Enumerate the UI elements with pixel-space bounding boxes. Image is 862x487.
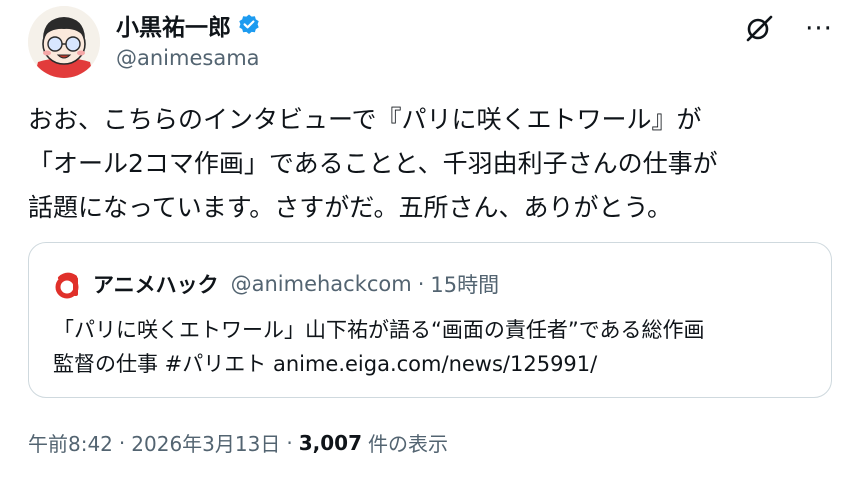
tweet-time[interactable]: 午前8:42 bbox=[28, 428, 113, 457]
author-avatar[interactable] bbox=[28, 6, 100, 78]
tweet-text-line: おお、こちらのインタビューで『パリに咲くエトワール』が bbox=[28, 105, 702, 134]
tweet-top-actions: ··· bbox=[742, 12, 836, 46]
quoted-text-line: 「パリに咲くエトワール」山下祐が語る“画面の責任者”である総作画 bbox=[53, 318, 705, 342]
separator-dot: · bbox=[417, 272, 425, 296]
grok-icon[interactable] bbox=[742, 12, 776, 46]
views-count: 3,007 bbox=[298, 430, 362, 455]
quoted-tweet-header: アニメハック @animehackcom · 15時間 bbox=[53, 269, 499, 299]
quoted-author-name: アニメハック bbox=[93, 273, 219, 297]
author-handle[interactable]: @animesama bbox=[116, 46, 260, 70]
tweet-footer: 午前8:42 · 2026年3月13日 · 3,007 件の表示 bbox=[28, 428, 448, 457]
separator-dot: · bbox=[118, 430, 126, 455]
verified-badge-icon[interactable] bbox=[237, 13, 261, 37]
quoted-tweet-text: 「パリに咲くエトワール」山下祐が語る“画面の責任者”である総作画 監督の仕事 #… bbox=[53, 313, 813, 381]
author-display-name[interactable]: 小黒祐一郎 bbox=[116, 8, 231, 42]
cartoon-face-avatar-icon bbox=[28, 6, 100, 78]
quoted-author-handle: @animehackcom bbox=[230, 272, 412, 296]
more-options-button[interactable]: ··· bbox=[802, 12, 836, 46]
views-label: 件の表示 bbox=[367, 432, 448, 456]
tweet-text-line: 「オール2コマ作画」であることと、千羽由利子さんの仕事が bbox=[28, 149, 718, 178]
tweet-date[interactable]: 2026年3月13日 bbox=[131, 428, 280, 457]
animehack-logo-icon bbox=[53, 269, 83, 299]
quoted-text-line: 監督の仕事 #パリエト anime.eiga.com/news/125991/ bbox=[53, 352, 598, 376]
separator-dot: · bbox=[286, 430, 293, 455]
tweet-text-line: 話題になっています。さすがだ。五所さん、ありがとう。 bbox=[28, 193, 673, 222]
quoted-author-meta: @animehackcom · 15時間 bbox=[231, 269, 500, 299]
author-name-row: 小黒祐一郎 bbox=[116, 8, 261, 42]
quoted-tweet-card[interactable]: アニメハック @animehackcom · 15時間 「パリに咲くエトワール」… bbox=[28, 242, 832, 398]
quoted-tweet-time: 15時間 bbox=[430, 273, 500, 297]
more-icon: ··· bbox=[805, 14, 833, 44]
tweet-text: おお、こちらのインタビューで『パリに咲くエトワール』が 「オール2コマ作画」であ… bbox=[28, 98, 838, 230]
